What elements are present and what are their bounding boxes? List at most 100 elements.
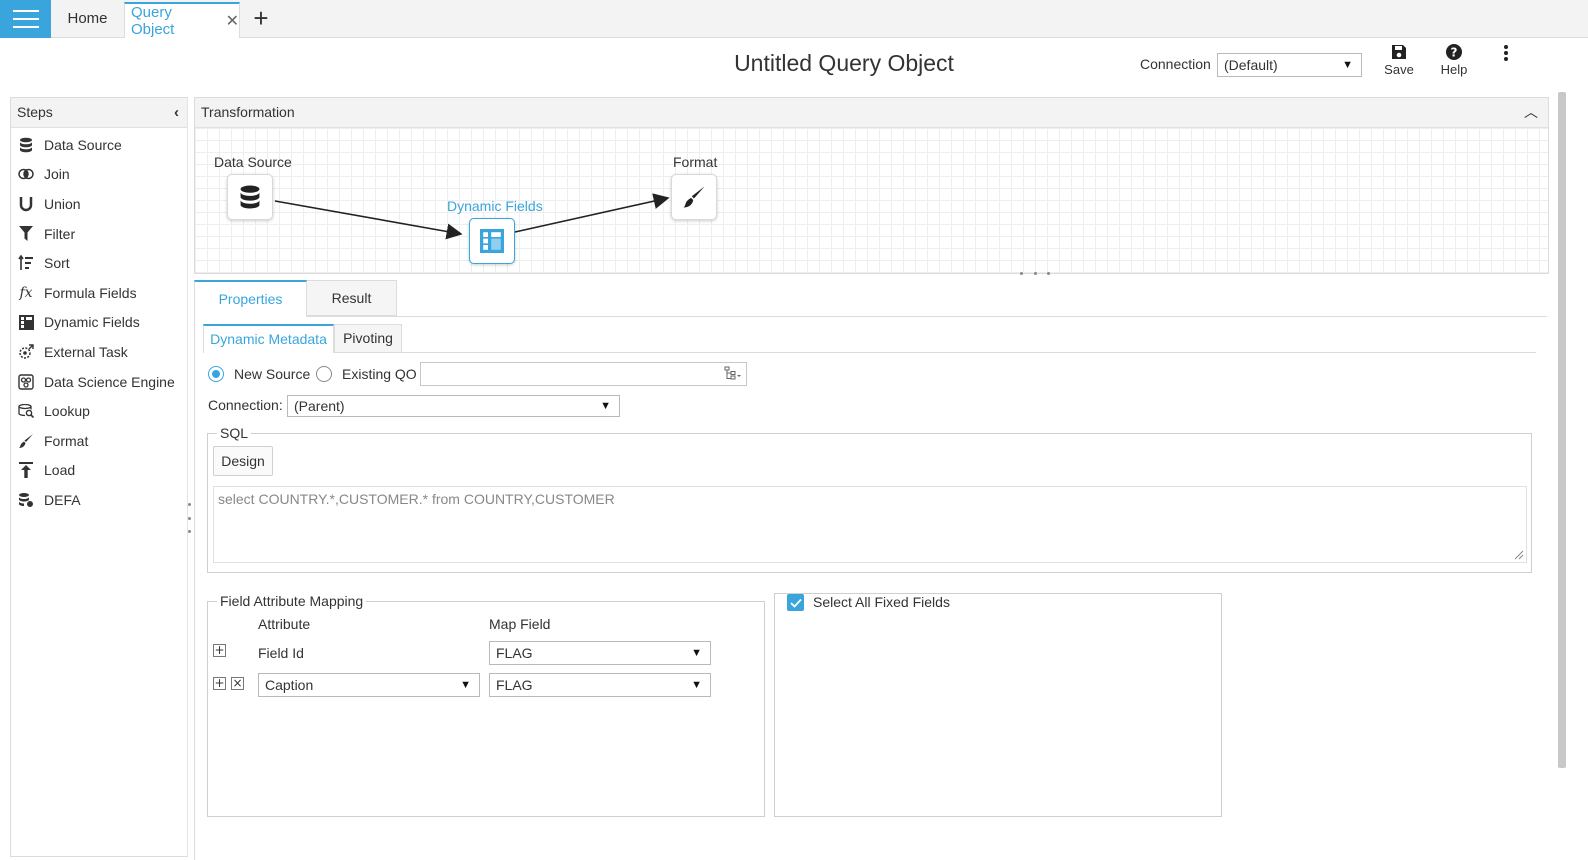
step-external-task[interactable]: External Task [11, 337, 187, 367]
tab-properties[interactable]: Properties [194, 280, 307, 317]
step-join[interactable]: Join [11, 160, 187, 190]
existing-qo-input[interactable] [420, 362, 747, 386]
add-row-icon[interactable]: + [213, 644, 226, 657]
step-label: Formula Fields [44, 284, 137, 301]
steps-panel: Steps ‹ Data Source Join Union Filter So… [10, 97, 188, 857]
step-label: Load [44, 462, 76, 479]
steps-header: Steps ‹ [11, 98, 187, 128]
step-label: DEFA [44, 491, 81, 508]
map-field-select[interactable]: FLAG ▼ [489, 673, 711, 697]
chevron-down-icon: ▼ [460, 679, 471, 691]
subtab-pivoting[interactable]: Pivoting [334, 324, 402, 353]
step-label: Sort [44, 255, 70, 272]
step-label: Join [44, 166, 70, 183]
step-load[interactable]: Load [11, 456, 187, 486]
chevron-down-icon: ▼ [691, 647, 702, 659]
more-vertical-icon [1504, 45, 1508, 61]
existing-qo-label: Existing QO [342, 366, 417, 382]
attribute-select-value: Caption [265, 677, 314, 693]
join-icon [17, 165, 35, 183]
fixed-fields-group [774, 593, 1222, 817]
defa-icon [17, 491, 35, 509]
step-dynamic-fields[interactable]: Dynamic Fields [11, 308, 187, 338]
sql-textarea[interactable]: select COUNTRY.*,CUSTOMER.* from COUNTRY… [213, 486, 1527, 563]
collapse-up-icon[interactable]: ︿ [1524, 98, 1538, 127]
field-attribute-mapping-legend: Field Attribute Mapping [220, 593, 364, 609]
step-defa[interactable]: DEFA [11, 485, 187, 515]
step-format[interactable]: Format [11, 426, 187, 456]
help-icon: ? [1446, 44, 1462, 60]
add-tab-icon[interactable]: + [248, 4, 274, 32]
remove-row-icon[interactable]: × [231, 677, 244, 690]
attribute-static-value: Field Id [258, 645, 304, 661]
tab-query-object[interactable]: Query Object ✕ [124, 2, 240, 38]
external-task-icon [17, 343, 35, 361]
step-filter[interactable]: Filter [11, 219, 187, 249]
svg-text:?: ? [1451, 46, 1458, 60]
steps-title: Steps [17, 104, 53, 120]
save-icon [1392, 45, 1406, 59]
subtab-divider [203, 352, 1536, 353]
transformation-header: Transformation ︿ [195, 98, 1548, 128]
attribute-select[interactable]: Caption ▼ [258, 673, 480, 697]
select-all-fixed-label: Select All Fixed Fields [809, 594, 954, 610]
map-field-value: FLAG [496, 677, 533, 693]
step-label: Data Source [44, 136, 122, 153]
vertical-splitter-handle[interactable] [186, 503, 192, 533]
step-union[interactable]: Union [11, 189, 187, 219]
tab-home[interactable]: Home [51, 0, 124, 38]
data-science-icon [17, 373, 35, 391]
more-options-button[interactable] [1496, 44, 1516, 64]
step-label: Union [44, 195, 81, 212]
help-button[interactable]: ? Help [1431, 44, 1477, 77]
source-connection-select[interactable]: (Parent) ▼ [287, 395, 620, 417]
connection-select[interactable]: (Default) ▼ [1217, 53, 1362, 77]
page-scrollbar[interactable] [1558, 92, 1566, 768]
database-icon [240, 185, 260, 209]
filter-icon [17, 225, 35, 243]
step-label: External Task [44, 343, 128, 360]
help-label: Help [1440, 62, 1468, 77]
flow-connectors [274, 193, 670, 240]
chevron-down-icon: ▼ [1342, 59, 1353, 71]
close-tab-icon[interactable]: ✕ [226, 11, 239, 31]
sort-icon [17, 254, 35, 272]
save-button[interactable]: Save [1376, 44, 1422, 77]
step-lookup[interactable]: Lookup [11, 396, 187, 426]
map-field-value: FLAG [496, 645, 533, 661]
node-format[interactable] [671, 174, 717, 220]
database-icon [17, 136, 35, 154]
checkmark-icon [789, 598, 802, 608]
add-row-icon[interactable]: + [213, 677, 226, 690]
load-icon [17, 461, 35, 479]
existing-qo-radio[interactable] [316, 366, 332, 382]
node-data-source[interactable] [227, 174, 273, 220]
format-brush-icon [17, 432, 35, 450]
step-data-science-engine[interactable]: Data Science Engine [11, 367, 187, 397]
format-brush-icon [683, 186, 705, 208]
flow-canvas[interactable]: Data Source Dynamic Fields Format [195, 128, 1548, 273]
union-icon [17, 195, 35, 213]
subtab-dynamic-metadata[interactable]: Dynamic Metadata [203, 324, 334, 353]
source-connection-label: Connection: [208, 397, 283, 413]
horizontal-splitter-handle[interactable] [1020, 272, 1050, 280]
map-field-select[interactable]: FLAG ▼ [489, 641, 711, 665]
source-connection-value: (Parent) [294, 398, 345, 414]
tree-picker-icon[interactable] [724, 366, 742, 383]
step-label: Format [44, 432, 89, 449]
node-dynamic-fields[interactable] [469, 218, 515, 264]
new-source-radio[interactable] [208, 366, 224, 382]
formula-icon: fx [19, 284, 33, 301]
select-all-fixed-checkbox[interactable] [787, 594, 804, 611]
transformation-title: Transformation [201, 104, 295, 120]
step-data-source[interactable]: Data Source [11, 130, 187, 160]
map-field-column-header: Map Field [489, 616, 551, 632]
hamburger-menu-icon[interactable] [0, 0, 51, 38]
design-button[interactable]: Design [213, 446, 273, 476]
tab-result[interactable]: Result [306, 280, 397, 316]
step-formula-fields[interactable]: fx Formula Fields [11, 278, 187, 308]
collapse-left-icon[interactable]: ‹ [174, 98, 179, 127]
chevron-down-icon: ▼ [600, 400, 611, 412]
resize-handle-icon[interactable] [1512, 548, 1524, 560]
step-sort[interactable]: Sort [11, 248, 187, 278]
